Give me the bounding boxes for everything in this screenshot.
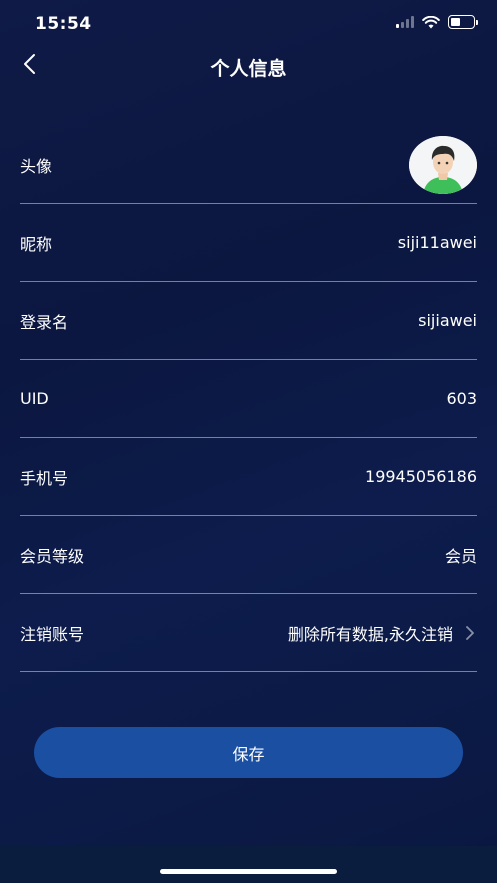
status-icons <box>396 15 478 29</box>
avatar-label: 头像 <box>20 156 53 176</box>
nickname-label: 昵称 <box>20 234 53 254</box>
uid-label: UID <box>20 389 49 408</box>
member-level-value: 会员 <box>444 546 477 566</box>
member-level-label: 会员等级 <box>20 546 85 566</box>
login-name-value: sijiawei <box>418 311 477 330</box>
nav-bar: 个人信息 <box>0 46 497 90</box>
phone-row[interactable]: 手机号 19945056186 <box>20 438 477 516</box>
status-time: 15:54 <box>35 14 92 34</box>
battery-icon <box>448 15 478 29</box>
cellular-signal-icon <box>396 16 414 28</box>
nickname-row[interactable]: 昵称 siji11awei <box>20 204 477 282</box>
uid-value: 603 <box>446 389 477 408</box>
cancel-account-value: 删除所有数据,永久注销 <box>287 624 453 644</box>
nickname-value: siji11awei <box>397 233 477 252</box>
bottom-bar <box>0 846 497 883</box>
profile-list: 头像 昵称 siji11awei 登录名 sijiawei UID 603 手机… <box>20 126 477 672</box>
status-bar: 15:54 <box>0 0 497 46</box>
phone-value: 19945056186 <box>365 467 477 486</box>
member-level-row: 会员等级 会员 <box>20 516 477 594</box>
chevron-right-icon <box>466 625 474 640</box>
login-name-label: 登录名 <box>20 312 69 332</box>
login-name-row: 登录名 sijiawei <box>20 282 477 360</box>
save-button[interactable]: 保存 <box>34 727 463 778</box>
page-title: 个人信息 <box>210 58 287 80</box>
wifi-icon <box>422 15 440 28</box>
cancel-account-row[interactable]: 注销账号 删除所有数据,永久注销 <box>20 594 477 672</box>
phone-label: 手机号 <box>20 468 69 488</box>
uid-row: UID 603 <box>20 360 477 438</box>
cancel-account-value-wrap: 删除所有数据,永久注销 <box>288 621 477 645</box>
avatar[interactable] <box>409 135 477 194</box>
cancel-account-label: 注销账号 <box>20 624 85 644</box>
battery-level <box>451 18 461 26</box>
home-indicator[interactable] <box>160 869 337 874</box>
avatar-row[interactable]: 头像 <box>20 126 477 204</box>
avatar-person-icon <box>409 135 477 194</box>
